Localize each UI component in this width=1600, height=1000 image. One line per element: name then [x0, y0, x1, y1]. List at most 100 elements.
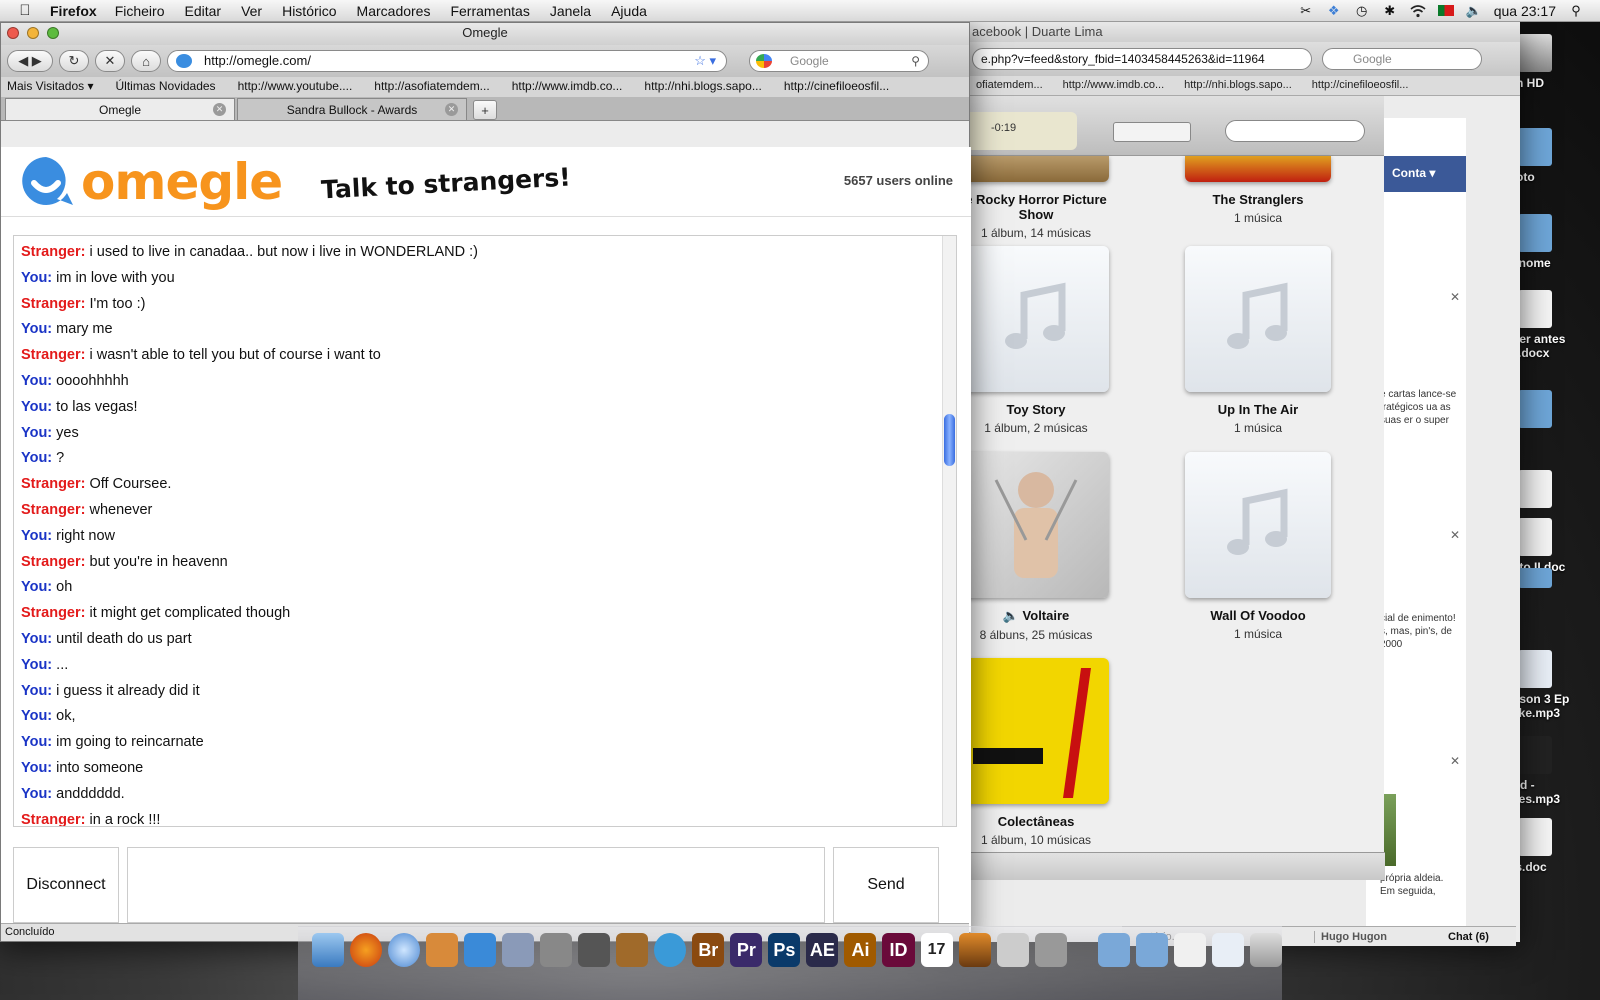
bookmark-star-icon[interactable]: ☆ ▾ — [694, 51, 716, 71]
bridge-icon[interactable]: Br — [692, 933, 725, 967]
volume-icon[interactable]: 🔈 — [1466, 3, 1482, 19]
spotlight-icon[interactable]: ⚲ — [1568, 3, 1584, 19]
disconnect-button[interactable]: Disconnect — [13, 847, 119, 923]
applications-folder-icon[interactable] — [1098, 933, 1131, 967]
chat-scrollbar[interactable] — [942, 236, 956, 826]
album-tile[interactable]: e Rocky Horror Picture Show 1 álbum, 14 … — [963, 156, 1109, 240]
view-switcher[interactable] — [1113, 122, 1191, 142]
menu-marcadores[interactable]: Marcadores — [357, 3, 431, 19]
audio-file-icon[interactable] — [1212, 933, 1245, 967]
account-menu[interactable]: Conta ▾ — [1392, 166, 1435, 180]
time-machine-icon[interactable]: ◷ — [1354, 3, 1370, 19]
minimize-window-button[interactable] — [27, 27, 39, 39]
photoshop-icon[interactable]: Ps — [768, 933, 801, 967]
ical-icon[interactable]: 17 — [920, 933, 953, 967]
home-icon[interactable]: ⌂ — [131, 50, 161, 72]
imovie-icon[interactable] — [540, 933, 573, 967]
close-icon[interactable]: ✕ — [1450, 528, 1460, 542]
menu-historico[interactable]: Histórico — [282, 3, 336, 19]
menu-ajuda[interactable]: Ajuda — [611, 3, 647, 19]
menu-ferramentas[interactable]: Ferramentas — [450, 3, 529, 19]
finder-icon[interactable] — [312, 933, 345, 967]
search-icon[interactable]: ⚲ — [911, 51, 920, 71]
itunes-search-input[interactable] — [1225, 120, 1365, 142]
clock[interactable]: qua 23:17 — [1494, 3, 1556, 19]
menu-editar[interactable]: Editar — [184, 3, 221, 19]
after-effects-icon[interactable]: AE — [806, 933, 839, 967]
bookmark-latest-news[interactable]: Últimas Novidades — [116, 79, 216, 97]
word-icon[interactable] — [464, 933, 497, 967]
bookmark-item[interactable]: http://cinefiloeosfil... — [1312, 79, 1409, 95]
bookmark-item[interactable]: http://nhi.blogs.sapo... — [1184, 79, 1292, 95]
zoom-window-button[interactable] — [47, 27, 59, 39]
close-window-button[interactable] — [7, 27, 19, 39]
hard-drive-icon — [1518, 34, 1552, 72]
back-forward-button[interactable]: ◀ ▶ — [7, 50, 53, 72]
tab-omegle[interactable]: Omegle ✕ — [5, 98, 235, 120]
premiere-icon[interactable]: Pr — [730, 933, 763, 967]
search-input[interactable]: Google ⚲ — [749, 50, 929, 72]
bookmark-most-visited[interactable]: Mais Visitados ▾ — [7, 79, 94, 97]
menu-ver[interactable]: Ver — [241, 3, 262, 19]
wifi-icon[interactable] — [1410, 3, 1426, 19]
bookmark-item[interactable]: http://cinefiloeosfil... — [784, 79, 889, 97]
album-tile[interactable]: Up In The Air 1 música — [1185, 246, 1331, 435]
chat-tab-user[interactable]: Hugo Hugon — [1314, 930, 1438, 943]
message-input[interactable] — [127, 847, 825, 923]
close-icon[interactable]: ✕ — [1450, 290, 1460, 304]
preview-icon[interactable] — [996, 933, 1029, 967]
scissors-icon[interactable]: ✂ — [1298, 3, 1314, 19]
pen-app-icon[interactable] — [502, 933, 535, 967]
app-menu[interactable]: Firefox — [50, 3, 97, 19]
album-tile[interactable]: Colectâneas 1 álbum, 10 músicas — [963, 658, 1109, 847]
album-tile[interactable]: 🔈 Voltaire 8 álbuns, 25 músicas — [963, 452, 1109, 642]
flag-icon[interactable] — [1437, 3, 1454, 19]
close-tab-icon[interactable]: ✕ — [213, 103, 226, 116]
system-preferences-icon[interactable] — [1034, 933, 1067, 967]
apple-menu-icon[interactable]:  — [14, 2, 36, 19]
url-bar[interactable]: http://omegle.com/ ☆ ▾ — [167, 50, 727, 72]
keynote-icon[interactable] — [426, 933, 459, 967]
send-button[interactable]: Send — [833, 847, 939, 923]
message-author: Stranger: — [21, 295, 86, 312]
document-stack-icon[interactable] — [1174, 933, 1207, 967]
bookmark-item[interactable]: http://asofiatemdem... — [374, 79, 489, 97]
bookmark-item[interactable]: http://nhi.blogs.sapo... — [644, 79, 761, 97]
bookmark-item[interactable]: http://www.imdb.co... — [512, 79, 623, 97]
album-tile[interactable]: The Stranglers 1 música — [1185, 156, 1331, 225]
dropbox-icon[interactable]: ❖ — [1326, 3, 1342, 19]
scrollbar-thumb[interactable] — [944, 414, 955, 466]
bluetooth-icon[interactable]: ✱ — [1382, 3, 1398, 19]
search-input[interactable]: Google — [1322, 48, 1482, 70]
close-icon[interactable]: ✕ — [1450, 754, 1460, 768]
bookmark-item[interactable]: http://www.youtube.... — [238, 79, 353, 97]
garageband-icon[interactable] — [616, 933, 649, 967]
documents-folder-icon[interactable] — [1136, 933, 1169, 967]
iphoto-icon[interactable] — [958, 933, 991, 967]
illustrator-icon[interactable]: Ai — [844, 933, 877, 967]
message-text: yes — [56, 424, 79, 441]
tab-sandra-bullock[interactable]: Sandra Bullock - Awards ✕ — [237, 98, 467, 120]
clapperboard-icon[interactable] — [578, 933, 611, 967]
dock-separator — [1073, 933, 1092, 967]
chat-button[interactable]: Chat (6) — [1438, 931, 1489, 943]
ichat-icon[interactable] — [654, 933, 687, 967]
firefox-icon[interactable] — [350, 933, 383, 967]
itunes-icon[interactable] — [388, 933, 421, 967]
close-tab-icon[interactable]: ✕ — [445, 103, 458, 116]
message-text: I'm too :) — [89, 295, 146, 312]
chat-log[interactable]: Stranger: i used to live in canadaa.. bu… — [13, 235, 957, 827]
new-tab-button[interactable]: + — [473, 100, 497, 120]
trash-icon[interactable] — [1250, 933, 1283, 967]
bookmark-item[interactable]: http://www.imdb.co... — [1063, 79, 1164, 95]
menu-janela[interactable]: Janela — [550, 3, 591, 19]
album-tile[interactable]: Toy Story 1 álbum, 2 músicas — [963, 246, 1109, 435]
menu-ficheiro[interactable]: Ficheiro — [115, 3, 165, 19]
indesign-icon[interactable]: ID — [882, 933, 915, 967]
album-tile[interactable]: Wall Of Voodoo 1 música — [1185, 452, 1331, 641]
url-bar[interactable]: e.php?v=feed&story_fbid=1403458445263&id… — [972, 48, 1312, 70]
chat-message: You: ? — [21, 446, 956, 472]
reload-icon[interactable]: ↻ — [59, 50, 89, 72]
stop-icon[interactable]: ✕ — [95, 50, 125, 72]
bookmark-item[interactable]: ofiatemdem... — [976, 79, 1043, 95]
